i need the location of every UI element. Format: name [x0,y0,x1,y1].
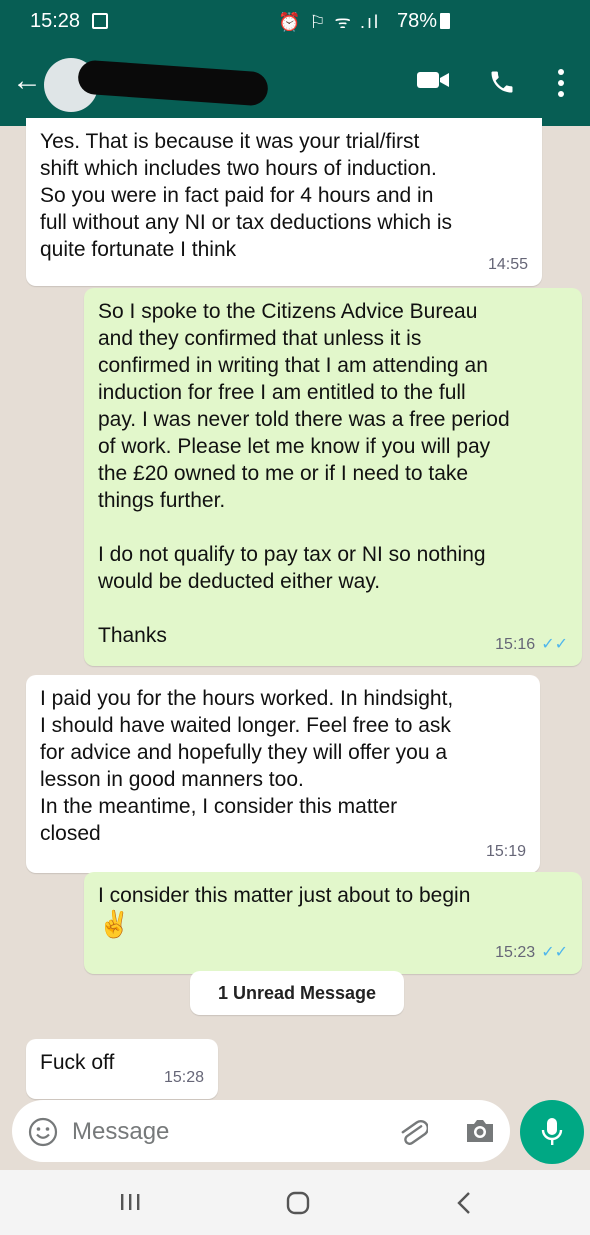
message-input[interactable]: Message [12,1100,510,1162]
name-redaction [77,59,269,107]
message-time: 15:28 [163,1069,204,1086]
battery-percent: 78% [397,10,438,32]
emoji-icon[interactable] [28,1117,58,1152]
chat-header: ← io [0,44,590,126]
video-call-icon[interactable] [416,68,450,97]
message-text: I paid you for the hours worked. In hind… [40,687,454,845]
recent-apps-icon[interactable] [118,1190,142,1219]
message-time: 14:55 [487,256,528,273]
notification-icon [92,13,108,29]
message-incoming[interactable]: Fuck off 15:28 [26,1039,218,1099]
message-text: Yes. That is because it was your trial/f… [40,130,453,261]
message-incoming[interactable]: Yes. That is because it was your trial/f… [26,118,542,286]
system-status-icons: ⏰ ⚐ ᯤ .ıl [278,12,380,32]
more-vert-icon[interactable] [556,68,566,103]
status-bar: 15:28 ⏰ ⚐ ᯤ .ıl 78% [0,0,590,44]
back-nav-icon[interactable] [454,1190,474,1221]
read-ticks-icon: ✓✓ [541,944,568,961]
victory-hand-emoji: ✌️ [98,909,131,939]
message-list[interactable]: Yes. That is because it was your trial/f… [0,118,590,1100]
message-time: 15:19 [485,843,526,860]
battery-icon [440,13,450,29]
home-icon[interactable] [285,1190,311,1221]
message-meta: 15:23 ✓✓ [495,939,568,966]
arrow-left-icon[interactable]: ← [12,66,42,96]
phone-icon[interactable] [488,68,516,101]
message-text: So I spoke to the Citizens Advice Bureau… [98,300,510,647]
message-text: I consider this matter just about to beg… [98,884,471,907]
system-nav-bar [0,1170,590,1235]
message-meta: 15:16 ✓✓ [495,631,568,658]
paperclip-icon[interactable] [398,1116,429,1153]
unread-banner: 1 Unread Message [190,971,404,1015]
status-time: 15:28 [30,10,81,32]
message-outgoing[interactable]: So I spoke to the Citizens Advice Bureau… [84,288,582,666]
mic-button[interactable] [520,1100,584,1164]
message-incoming[interactable]: I paid you for the hours worked. In hind… [26,675,540,873]
message-outgoing[interactable]: I consider this matter just about to beg… [84,872,582,974]
message-placeholder: Message [72,1118,170,1145]
message-time: 15:16 [495,636,536,653]
microphone-icon [541,1118,563,1145]
message-time: 15:23 [495,944,536,961]
camera-icon[interactable] [464,1117,496,1150]
read-ticks-icon: ✓✓ [541,636,568,653]
composer: Message [0,1096,590,1166]
